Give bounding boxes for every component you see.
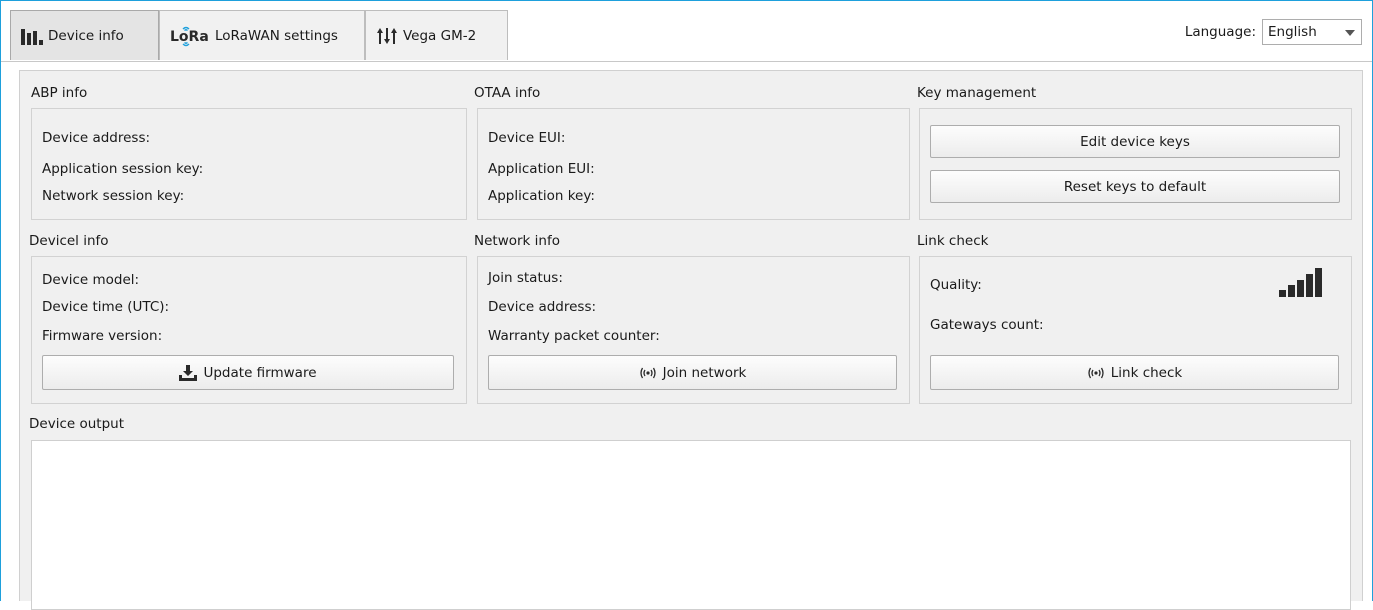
abp-app-session-key-label: Application session key: [42, 161, 204, 177]
otaa-application-eui-label: Application EUI: [488, 161, 595, 177]
tab-lorawan-settings[interactable]: LoRa LoRaWAN settings [159, 10, 365, 60]
edit-device-keys-label: Edit device keys [1080, 133, 1190, 150]
device-time-label: Device time (UTC): [42, 299, 170, 315]
device-output-textarea[interactable] [31, 440, 1351, 610]
otaa-info-title: OTAA info [474, 85, 541, 101]
language-dropdown[interactable]: English [1262, 19, 1362, 45]
link-check-label: Link check [1110, 364, 1183, 381]
tab-label: Vega GM-2 [403, 27, 477, 44]
radio-waves-icon [1087, 367, 1105, 379]
update-firmware-button[interactable]: Update firmware [42, 355, 454, 390]
download-icon [179, 364, 198, 381]
device-info-group: Device model: Device time (UTC): Firmwar… [31, 256, 467, 404]
network-info-group: Join status: Device address: Warranty pa… [477, 256, 910, 404]
gateways-count-label: Gateways count: [930, 317, 1044, 333]
signal-strength-icon [1277, 267, 1322, 297]
otaa-info-group: Device EUI: Application EUI: Application… [477, 108, 910, 220]
reset-keys-label: Reset keys to default [1063, 178, 1207, 195]
otaa-application-key-label: Application key: [488, 188, 595, 204]
firmware-version-label: Firmware version: [42, 328, 163, 344]
language-value: English [1268, 24, 1317, 40]
language-selector: Language: English [1185, 19, 1362, 45]
abp-network-session-key-label: Network session key: [42, 188, 185, 204]
abp-info-group: Device address: Application session key:… [31, 108, 467, 220]
key-management-group: Edit device keys Reset keys to default [919, 108, 1352, 220]
device-model-label: Device model: [42, 272, 140, 288]
chevron-down-icon [1345, 30, 1355, 36]
app-window: Device info LoRa LoRaWAN settings Vega G… [0, 0, 1373, 610]
join-status-label: Join status: [488, 270, 563, 286]
link-check-group: Quality: Gateways count: Link check [919, 256, 1352, 404]
network-info-title: Network info [474, 233, 560, 249]
tab-label: Device info [48, 27, 124, 44]
link-check-button[interactable]: Link check [930, 355, 1339, 390]
quality-label: Quality: [930, 277, 982, 293]
tab-vega-gm2[interactable]: Vega GM-2 [365, 10, 508, 60]
abp-info-title: ABP info [31, 85, 88, 101]
warranty-packet-counter-label: Warranty packet counter: [488, 328, 660, 344]
language-label: Language: [1184, 24, 1256, 40]
lora-logo-icon: LoRa [170, 25, 210, 47]
device-info-title: Devicel info [29, 233, 109, 249]
tab-label: LoRaWAN settings [215, 27, 338, 44]
edit-device-keys-button[interactable]: Edit device keys [930, 125, 1340, 158]
radio-waves-icon [639, 367, 657, 379]
update-firmware-label: Update firmware [203, 364, 317, 381]
top-toolbar: Device info LoRa LoRaWAN settings Vega G… [1, 1, 1372, 62]
join-network-label: Join network [662, 364, 747, 381]
otaa-device-eui-label: Device EUI: [488, 130, 566, 146]
key-management-title: Key management [917, 85, 1037, 101]
bar-chart-icon [21, 27, 43, 45]
tab-device-info[interactable]: Device info [10, 10, 159, 60]
link-check-title: Link check [917, 233, 989, 249]
device-info-panel: ABP info Device address: Application ses… [19, 70, 1363, 610]
abp-device-address-label: Device address: [42, 130, 151, 146]
network-device-address-label: Device address: [488, 299, 597, 315]
sort-arrows-icon [376, 26, 398, 46]
svg-text:LoRa: LoRa [170, 29, 209, 45]
device-output-title: Device output [29, 416, 124, 432]
join-network-button[interactable]: Join network [488, 355, 897, 390]
reset-keys-button[interactable]: Reset keys to default [930, 170, 1340, 203]
